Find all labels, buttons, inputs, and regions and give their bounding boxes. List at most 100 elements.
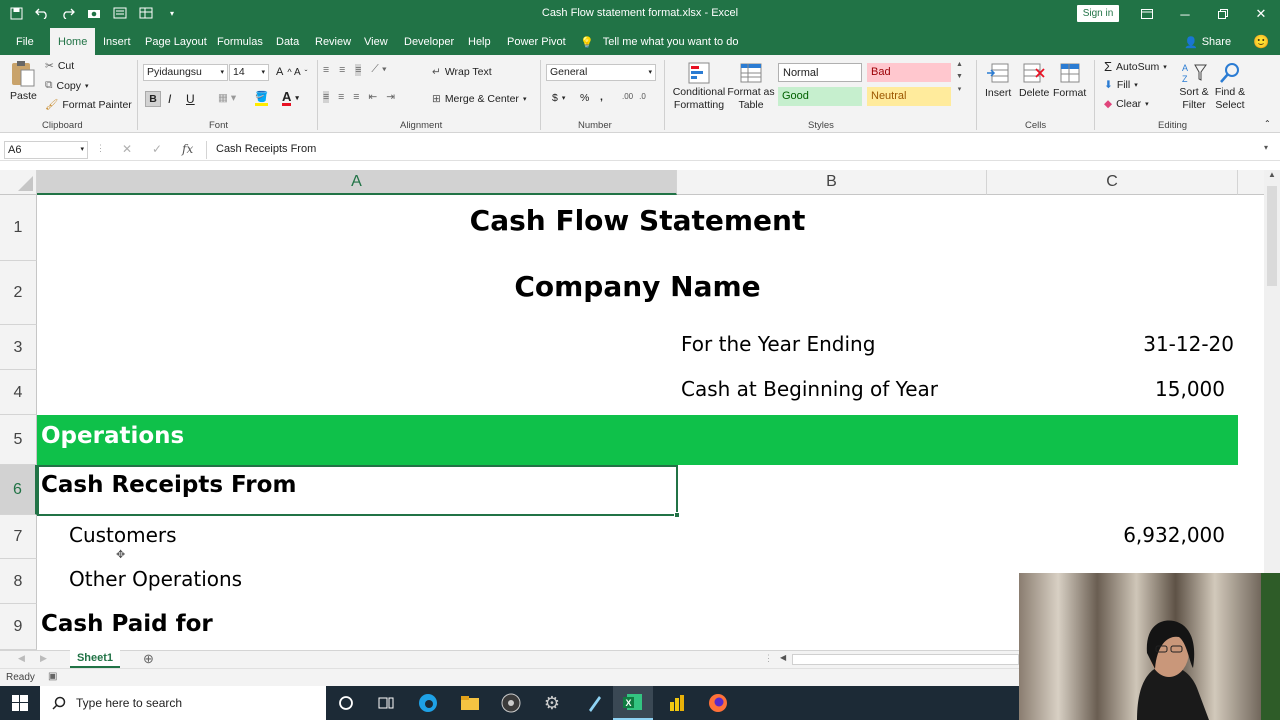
- edge-icon[interactable]: [408, 686, 448, 720]
- cancel-icon[interactable]: ✕: [122, 142, 132, 156]
- tab-review[interactable]: Review: [315, 36, 351, 48]
- font-size-select[interactable]: 14 ▾: [229, 64, 269, 81]
- column-header-a[interactable]: A: [37, 170, 677, 195]
- format-painter-button[interactable]: 🖌 Format Painter: [45, 98, 132, 112]
- style-normal[interactable]: Normal: [778, 63, 862, 82]
- cell-company-name[interactable]: Company Name: [37, 270, 1238, 303]
- obs-icon[interactable]: [491, 686, 531, 720]
- settings-gear-icon[interactable]: ⚙: [532, 686, 572, 720]
- cut-button[interactable]: ✂ Cut: [45, 60, 74, 72]
- column-header-d[interactable]: [1238, 170, 1264, 195]
- cell-customers[interactable]: Customers: [69, 523, 177, 547]
- column-header-b[interactable]: B: [677, 170, 987, 195]
- row-header-3[interactable]: 3: [0, 325, 37, 370]
- taskbar-search-box[interactable]: Type here to search: [40, 686, 326, 720]
- comma-button[interactable]: ,: [600, 91, 603, 103]
- name-box[interactable]: A6 ▾: [4, 141, 88, 159]
- app-icon[interactable]: [574, 686, 614, 720]
- italic-button[interactable]: I: [168, 92, 171, 106]
- cell-cash-receipts[interactable]: Cash Receipts From: [41, 472, 296, 498]
- power-bi-icon[interactable]: [656, 686, 696, 720]
- scroll-thumb[interactable]: [1267, 186, 1277, 286]
- tab-power-pivot[interactable]: Power Pivot: [507, 36, 566, 48]
- percent-button[interactable]: %: [580, 92, 589, 104]
- sign-in-button[interactable]: Sign in: [1077, 5, 1119, 22]
- format-cells-button[interactable]: Format: [1053, 61, 1086, 99]
- tab-insert[interactable]: Insert: [103, 36, 131, 48]
- maximize-icon[interactable]: [1204, 0, 1242, 28]
- sheet-nav-next-icon[interactable]: ▶: [40, 653, 47, 664]
- insert-cells-button[interactable]: Insert: [985, 61, 1011, 99]
- paste-button[interactable]: Paste: [10, 60, 37, 102]
- horizontal-align-icons[interactable]: ≡ ≡ ≡ ⇤ ⇥: [323, 91, 395, 103]
- cell-beginning-label[interactable]: Cash at Beginning of Year: [681, 377, 938, 401]
- row-header-2[interactable]: 2: [0, 261, 37, 325]
- task-view-icon[interactable]: [366, 686, 406, 720]
- tab-home[interactable]: Home: [50, 28, 96, 55]
- select-all-corner[interactable]: [0, 170, 37, 195]
- macro-record-icon[interactable]: ▣: [48, 671, 57, 682]
- row-header-8[interactable]: 8: [0, 559, 37, 604]
- sheet-nav-prev-icon[interactable]: ◀: [18, 653, 25, 664]
- collapse-ribbon-icon[interactable]: ⌃: [1264, 119, 1271, 128]
- horizontal-scrollbar[interactable]: [792, 654, 1019, 665]
- cell-cash-paid[interactable]: Cash Paid for: [41, 611, 213, 637]
- merge-center-button[interactable]: ⊞ Merge & Center ▾: [432, 93, 526, 105]
- cell-beginning-value[interactable]: 15,000: [987, 377, 1225, 401]
- find-select-button[interactable]: Find & Select: [1212, 61, 1248, 112]
- sheet-tab-sheet1[interactable]: Sheet1: [70, 650, 120, 668]
- add-sheet-icon[interactable]: ⊕: [143, 651, 154, 667]
- cell-operations[interactable]: Operations: [41, 423, 184, 449]
- number-format-select[interactable]: General ▾: [546, 64, 656, 81]
- wrap-text-button[interactable]: ↵ Wrap Text: [432, 66, 492, 78]
- font-name-select[interactable]: Pyidaungsu ▾: [143, 64, 228, 81]
- cell-customers-value[interactable]: 6,932,000: [987, 523, 1225, 547]
- formula-input[interactable]: Cash Receipts From: [216, 143, 316, 155]
- conditional-formatting-button[interactable]: Conditional Formatting: [670, 61, 728, 112]
- vertical-align-icons[interactable]: ≡ ≡ ≡ ⟋ ▾: [323, 63, 387, 76]
- share-button[interactable]: 👤 Share: [1184, 36, 1231, 49]
- currency-button[interactable]: $ ▾: [552, 92, 565, 104]
- scroll-left-icon[interactable]: ◀: [780, 653, 786, 662]
- tab-developer[interactable]: Developer: [404, 36, 454, 48]
- fill-button[interactable]: ⬇ Fill ▾: [1104, 79, 1138, 91]
- tab-data[interactable]: Data: [276, 36, 299, 48]
- close-icon[interactable]: ✕: [1242, 0, 1280, 28]
- font-color-icon[interactable]: A ▾: [282, 90, 299, 106]
- firefox-icon[interactable]: [698, 686, 738, 720]
- copy-button[interactable]: ⧉ Copy ▾: [45, 79, 89, 92]
- row-header-6[interactable]: 6: [0, 465, 37, 515]
- decimal-icons[interactable]: .00.0: [622, 92, 646, 101]
- fill-color-icon[interactable]: 🪣: [255, 91, 269, 106]
- tab-help[interactable]: Help: [468, 36, 491, 48]
- autosum-button[interactable]: Σ AutoSum ▾: [1104, 59, 1167, 74]
- delete-cells-button[interactable]: Delete: [1019, 61, 1049, 99]
- cell-title[interactable]: Cash Flow Statement: [37, 204, 1238, 237]
- tab-view[interactable]: View: [364, 36, 388, 48]
- minimize-icon[interactable]: ─: [1166, 0, 1204, 28]
- row-header-4[interactable]: 4: [0, 370, 37, 415]
- cell-year-label[interactable]: For the Year Ending: [681, 332, 875, 356]
- increase-font-icon[interactable]: A ^: [276, 66, 292, 78]
- splitter-icon[interactable]: ⋮: [764, 653, 773, 664]
- row-header-5[interactable]: 5: [0, 415, 37, 465]
- scroll-up-icon[interactable]: ▲: [1268, 170, 1276, 179]
- cell-other-operations[interactable]: Other Operations: [69, 567, 242, 591]
- sort-filter-button[interactable]: A Z Sort & Filter: [1176, 61, 1212, 112]
- tab-formulas[interactable]: Formulas: [217, 36, 263, 48]
- style-good[interactable]: Good: [778, 87, 862, 106]
- styles-scroll[interactable]: ▲ ▼ ▾: [956, 61, 963, 93]
- column-header-c[interactable]: C: [987, 170, 1238, 195]
- underline-button[interactable]: U: [186, 92, 195, 106]
- row-header-1[interactable]: 1: [0, 195, 37, 261]
- format-as-table-button[interactable]: Format as Table: [727, 61, 775, 112]
- tab-page-layout[interactable]: Page Layout: [145, 36, 207, 48]
- tab-file[interactable]: File: [16, 36, 34, 48]
- enter-icon[interactable]: ✓: [152, 142, 162, 156]
- ribbon-display-icon[interactable]: [1128, 0, 1166, 28]
- borders-icon[interactable]: ▦ ▾: [218, 92, 236, 104]
- tell-me-search[interactable]: 💡 Tell me what you want to do: [580, 36, 738, 49]
- clear-button[interactable]: ◆ Clear ▾: [1104, 98, 1149, 110]
- cell-year-value[interactable]: 31-12-20: [987, 332, 1234, 356]
- row-header-9[interactable]: 9: [0, 604, 37, 650]
